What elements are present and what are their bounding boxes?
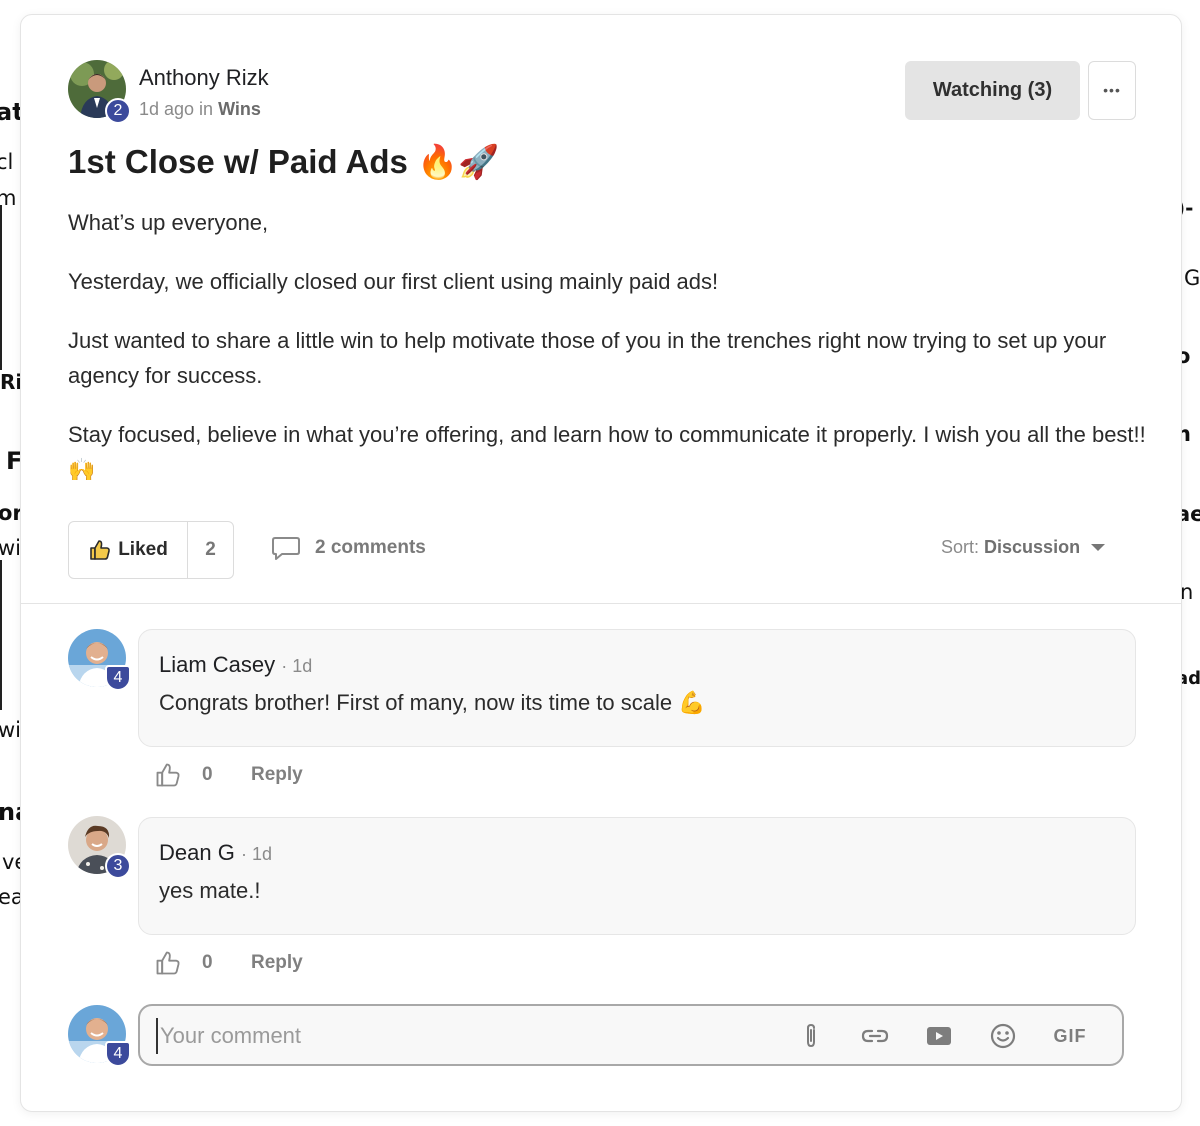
- watching-button[interactable]: Watching (3): [905, 61, 1080, 120]
- reply-button[interactable]: Reply: [251, 764, 303, 786]
- reply-button[interactable]: Reply: [251, 952, 303, 974]
- current-user-level-badge: 4: [105, 1041, 131, 1067]
- comments-count-label: 2 comments: [315, 537, 426, 558]
- thumbs-up-outline-icon[interactable]: [154, 761, 182, 789]
- more-icon: •••: [1103, 82, 1121, 98]
- smiley-icon: [990, 1023, 1016, 1049]
- comment-like-count: 0: [202, 764, 213, 785]
- comment-icon: [272, 537, 300, 560]
- comment-text: yes mate.!: [159, 878, 261, 903]
- link-icon: [861, 1029, 889, 1043]
- author-name[interactable]: Anthony Rizk: [139, 65, 269, 91]
- background-fragment: m: [0, 186, 17, 210]
- comment-actions: 0 Reply: [154, 949, 303, 977]
- like-count[interactable]: 2: [188, 522, 233, 578]
- background-fragment: G: [1184, 266, 1200, 290]
- sort-value: Discussion: [984, 537, 1081, 557]
- comment-author[interactable]: Liam Casey: [159, 652, 275, 677]
- comments-count-link[interactable]: 2 comments: [271, 535, 426, 561]
- comment-author-line: Dean G · 1d: [159, 840, 272, 866]
- sort-dropdown[interactable]: Sort: Discussion: [941, 537, 1106, 558]
- comment-like-count: 0: [202, 952, 213, 973]
- sort-prefix: Sort:: [941, 537, 980, 557]
- comment-bubble: Liam Casey · 1d Congrats brother! First …: [138, 629, 1136, 747]
- more-options-button[interactable]: •••: [1088, 61, 1136, 120]
- comment-input[interactable]: [156, 1018, 756, 1054]
- background-fragment: wi: [0, 718, 22, 742]
- background-divider: [0, 205, 2, 370]
- comment-time: · 1d: [240, 844, 272, 864]
- background-fragment: Ri: [0, 370, 23, 394]
- post-time: 1d ago in: [139, 99, 214, 119]
- thumbs-up-outline-icon[interactable]: [154, 949, 182, 977]
- post-meta: 1d ago in Wins: [139, 99, 261, 120]
- comment-author-line: Liam Casey · 1d: [159, 652, 312, 678]
- link-button[interactable]: [859, 1020, 891, 1052]
- comment-text: Congrats brother! First of many, now its…: [159, 690, 706, 715]
- like-button[interactable]: Liked: [69, 522, 188, 578]
- post-category[interactable]: Wins: [218, 99, 261, 119]
- post-paragraph: Yesterday, we officially closed our firs…: [68, 269, 719, 294]
- thumbs-up-icon: [90, 540, 111, 560]
- paperclip-icon: [807, 1023, 815, 1048]
- video-button[interactable]: [923, 1020, 955, 1052]
- like-label: Liked: [118, 539, 168, 560]
- comment-actions: 0 Reply: [154, 761, 303, 789]
- emoji-button[interactable]: [987, 1020, 1019, 1052]
- background-fragment: cl: [0, 150, 14, 174]
- sort-label: Sort: Discussion: [941, 537, 1080, 558]
- commenter-level-badge: 3: [105, 853, 131, 879]
- post-paragraph: What’s up everyone,: [68, 210, 269, 235]
- background-fragment: wi: [0, 536, 22, 560]
- post-paragraph: Stay focused, believe in what you’re off…: [68, 422, 1146, 482]
- gif-button[interactable]: GIF: [1050, 1020, 1090, 1052]
- post-body: What’s up everyone, Yesterday, we offici…: [68, 205, 1148, 511]
- background-divider: [0, 560, 2, 710]
- author-level-badge: 2: [105, 98, 131, 124]
- section-divider: [21, 603, 1181, 604]
- post-paragraph: Just wanted to share a little win to hel…: [68, 328, 1107, 388]
- gif-label: GIF: [1053, 1025, 1087, 1046]
- post-modal: 2 Anthony Rizk 1d ago in Wins Watching (…: [20, 14, 1182, 1112]
- attach-button[interactable]: [795, 1020, 827, 1052]
- comment-bubble: Dean G · 1d yes mate.!: [138, 817, 1136, 935]
- comment-author[interactable]: Dean G: [159, 840, 235, 865]
- comment-time: · 1d: [281, 656, 313, 676]
- post-title: 1st Close w/ Paid Ads 🔥🚀: [68, 143, 500, 180]
- caret-down-icon: [1091, 543, 1106, 551]
- like-group: Liked 2: [68, 521, 234, 579]
- commenter-level-badge: 4: [105, 665, 131, 691]
- comment-composer: GIF: [138, 1004, 1124, 1066]
- video-icon: [927, 1027, 951, 1045]
